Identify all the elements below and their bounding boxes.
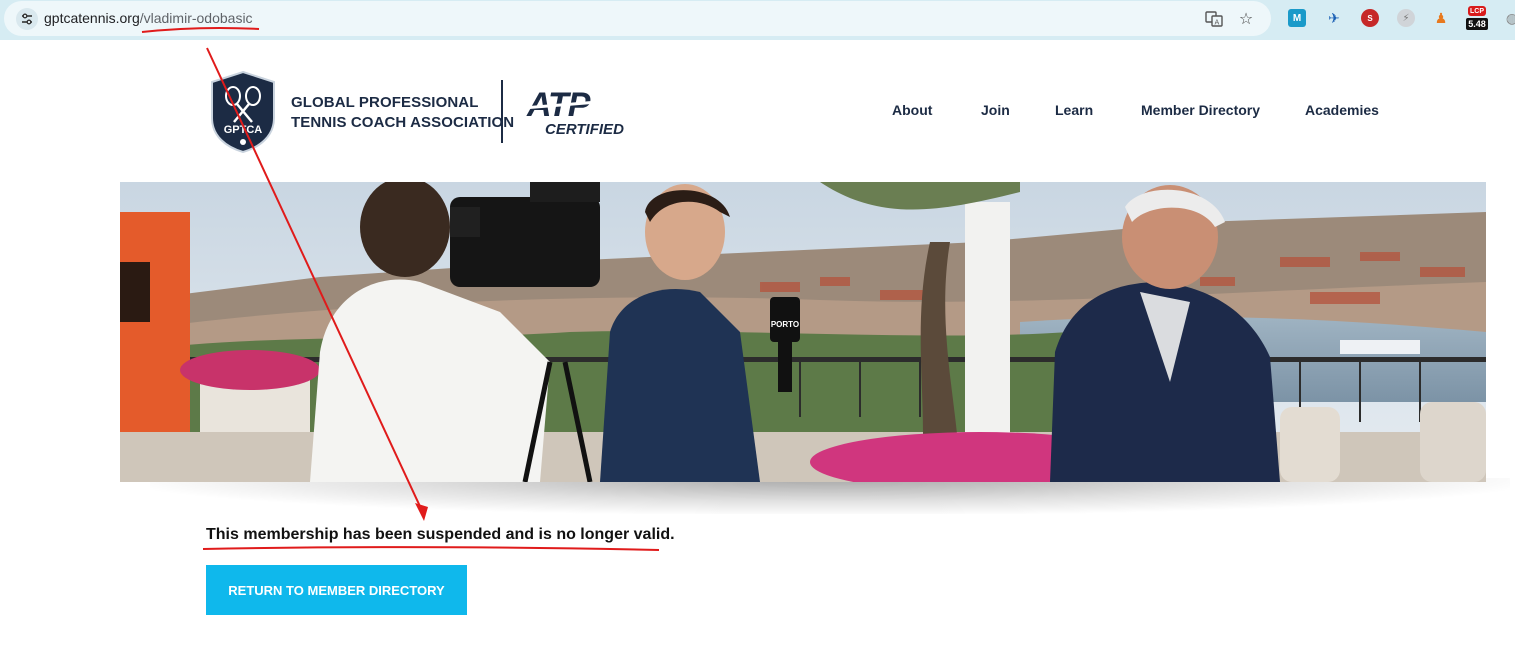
logo-text: GPTCA <box>224 124 263 136</box>
gptca-logo[interactable]: GPTCA <box>208 70 278 154</box>
extension-lcp-icon[interactable]: LCP <box>1468 6 1486 16</box>
nav-join[interactable]: Join <box>981 102 1010 118</box>
brand-divider <box>501 80 503 143</box>
suspension-message: This membership has been suspended and i… <box>206 526 675 543</box>
message-underline-annotation <box>202 546 660 551</box>
microphone-label: PORTO <box>771 320 799 329</box>
globe-icon[interactable]: ◍ <box>1503 9 1515 27</box>
extension-bolt-icon[interactable]: ⚡ <box>1397 9 1415 27</box>
extension-m-icon[interactable]: M <box>1288 9 1306 27</box>
site-settings-icon[interactable] <box>16 8 38 30</box>
brand-name-line2: TENNIS COACH ASSOCIATION <box>291 114 515 131</box>
url-domain: gptcatennis.org <box>44 10 140 26</box>
address-bar[interactable]: gptcatennis.org/vladimir-odobasic A ☆ <box>4 1 1271 36</box>
url-text[interactable]: gptcatennis.org/vladimir-odobasic <box>44 10 253 26</box>
hero-banner-image: PORTO <box>120 182 1486 482</box>
extension-person-icon[interactable]: ♟ <box>1432 9 1450 27</box>
url-path: /vladimir-odobasic <box>139 10 253 26</box>
return-to-member-directory-button[interactable]: RETURN TO MEMBER DIRECTORY <box>206 565 467 615</box>
brand-name-line1: GLOBAL PROFESSIONAL <box>291 94 479 111</box>
nav-academies[interactable]: Academies <box>1305 102 1379 118</box>
hero-shadow <box>150 478 1510 514</box>
nav-about[interactable]: About <box>892 102 932 118</box>
nav-member-directory[interactable]: Member Directory <box>1141 102 1260 118</box>
certified-text: CERTIFIED <box>545 121 624 138</box>
extension-seo-icon[interactable]: S <box>1361 9 1379 27</box>
nav-learn[interactable]: Learn <box>1055 102 1093 118</box>
bookmark-star-icon[interactable]: ☆ <box>1236 9 1256 29</box>
browser-toolbar: gptcatennis.org/vladimir-odobasic A ☆ M … <box>0 0 1515 40</box>
extension-badge: 5.48 <box>1466 18 1488 30</box>
translate-icon[interactable]: A <box>1204 9 1224 29</box>
svg-text:A: A <box>1215 19 1220 27</box>
atp-certified-logo: ATP CERTIFIED <box>523 86 624 138</box>
extension-plane-icon[interactable]: ✈ <box>1325 9 1343 27</box>
